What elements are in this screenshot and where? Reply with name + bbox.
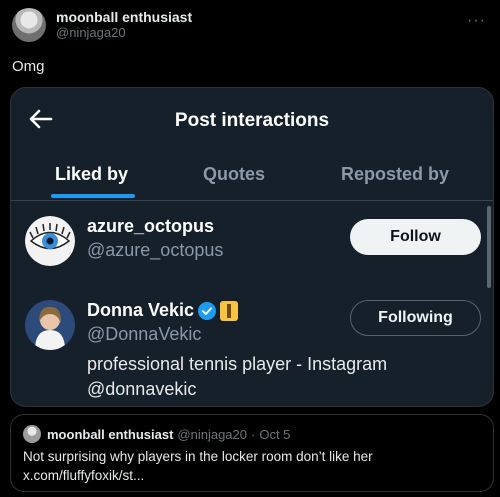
tab-quotes: Quotes: [203, 164, 266, 184]
avatar: [25, 216, 75, 266]
quote-date[interactable]: Oct 5: [259, 427, 290, 442]
embedded-screenshot[interactable]: Post interactions Liked by Quotes Repost…: [10, 87, 494, 407]
quote-text: Not surprising why players in the locker…: [23, 449, 373, 483]
quoted-tweet[interactable]: moonball enthusiast @ninjaga20 · Oct 5 N…: [10, 414, 494, 492]
following-button: Following: [350, 300, 481, 336]
separator: ·: [251, 426, 256, 442]
tweet-text: Omg: [12, 58, 45, 75]
user-handle: @DonnaVekic: [87, 324, 202, 344]
screenshot-header: Post interactions: [11, 88, 493, 148]
user-bio: professional tennis player - Instagram @…: [87, 354, 388, 399]
quote-author-handle[interactable]: @ninjaga20: [177, 427, 247, 442]
author-name[interactable]: moonball enthusiast: [56, 9, 192, 25]
tab-liked-by: Liked by: [55, 164, 129, 184]
author-handle[interactable]: @ninjaga20: [56, 25, 192, 41]
divider: [11, 200, 493, 201]
tweet-author[interactable]: moonball enthusiast @ninjaga20: [12, 8, 192, 42]
scrollbar: [487, 206, 491, 288]
user-name: Donna Vekic: [87, 300, 239, 321]
page-title: Post interactions: [174, 110, 330, 131]
active-tab-indicator: [51, 194, 135, 198]
user-name: azure_octopus: [87, 216, 215, 236]
verified-badge-icon: [198, 301, 217, 320]
more-horizontal-icon[interactable]: ···: [467, 12, 486, 30]
avatar[interactable]: [12, 8, 46, 42]
quote-author-name[interactable]: moonball enthusiast: [47, 427, 173, 442]
person-avatar-image: [25, 300, 75, 350]
avatar[interactable]: [23, 425, 41, 443]
follow-button: Follow: [350, 219, 481, 255]
affiliate-badge-icon: [220, 300, 239, 321]
tab-bar: Liked by Quotes Reposted by: [11, 148, 493, 200]
avatar: [25, 300, 75, 350]
eye-avatar-image: [25, 216, 75, 266]
tab-reposted-by: Reposted by: [341, 164, 450, 184]
user-handle: @azure_octopus: [87, 240, 224, 260]
